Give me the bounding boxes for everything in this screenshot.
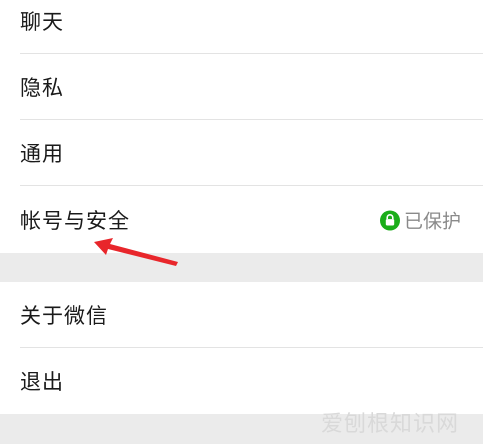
settings-item-chat[interactable]: 聊天 (0, 0, 483, 54)
settings-item-general[interactable]: 通用 (0, 120, 483, 186)
settings-item-label: 隐私 (20, 76, 64, 100)
lock-icon (379, 210, 400, 230)
settings-group-secondary: 关于微信 退出 (0, 282, 483, 414)
settings-item-privacy[interactable]: 隐私 (0, 54, 483, 120)
settings-item-label: 关于微信 (20, 304, 108, 328)
status-text: 已保护 (403, 210, 461, 233)
settings-item-about-wechat[interactable]: 关于微信 (0, 282, 483, 348)
settings-item-logout[interactable]: 退出 (0, 348, 483, 414)
settings-group-main: 聊天 隐私 通用 帐号与安全 已保护 (0, 0, 483, 253)
settings-item-label: 聊天 (20, 10, 64, 34)
settings-item-label: 退出 (20, 370, 64, 394)
settings-item-label: 通用 (20, 142, 64, 166)
settings-item-label: 帐号与安全 (20, 209, 130, 233)
watermark: 爱刨根知识网 (320, 412, 459, 437)
settings-item-account-security[interactable]: 帐号与安全 已保护 (0, 187, 483, 253)
divider (20, 185, 483, 186)
settings-page: 聊天 隐私 通用 帐号与安全 已保护 关于微信 退出 爱刨根知识网 (0, 0, 483, 444)
protection-status: 已保护 (379, 207, 461, 234)
